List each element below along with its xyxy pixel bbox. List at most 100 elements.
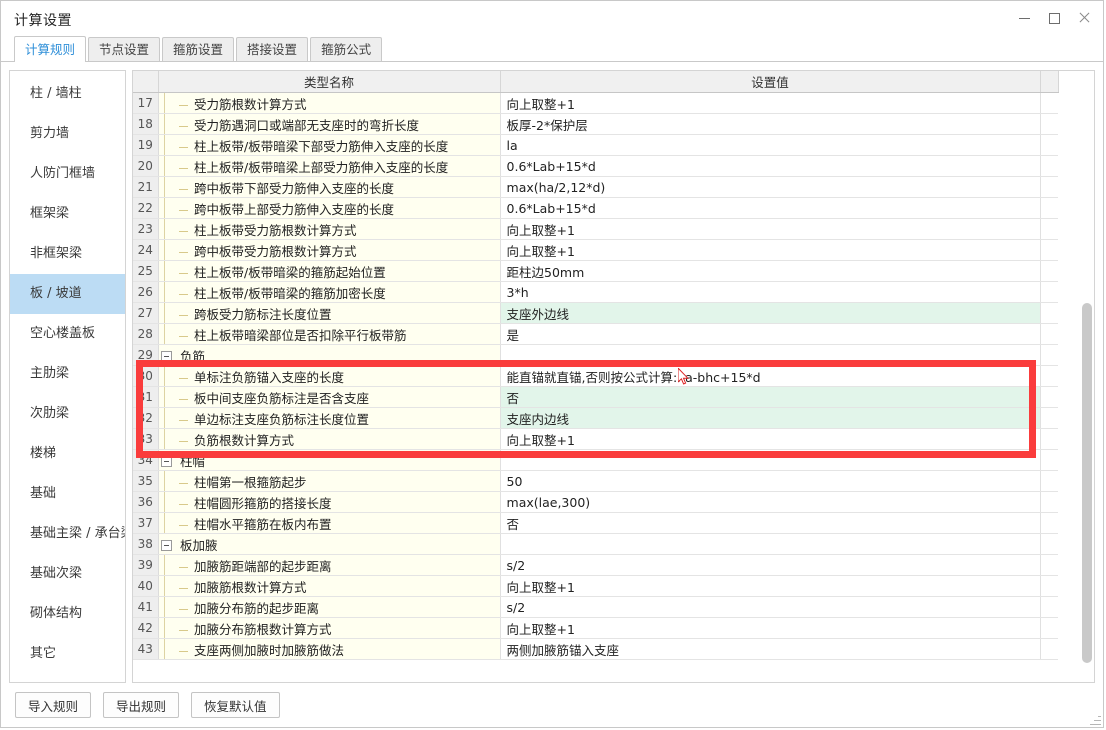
table-row[interactable]: 25 柱上板带/板带暗梁的箍筋起始位置 距柱边50mm xyxy=(133,260,1059,282)
table-row[interactable]: 38 板加腋 xyxy=(133,533,1059,555)
sidebar-item-stairs[interactable]: 楼梯 xyxy=(10,434,125,474)
tab-stirrup-settings[interactable]: 箍筋设置 xyxy=(162,37,235,61)
table-row[interactable]: 34 柱帽 xyxy=(133,449,1059,471)
row-filler-cell xyxy=(1040,491,1059,513)
table-row[interactable]: 20 柱上板带/板带暗梁上部受力筋伸入支座的长度 0.6*Lab+15*d xyxy=(133,155,1059,177)
table-row[interactable]: 36 柱帽圆形箍筋的搭接长度 max(lae,300) xyxy=(133,491,1059,513)
table-row[interactable]: 18 受力筋遇洞口或端部无支座时的弯折长度 板厚-2*保护层 xyxy=(133,113,1059,135)
setting-value-cell[interactable]: 否 xyxy=(500,512,1041,534)
setting-value-cell[interactable]: 0.6*Lab+15*d xyxy=(500,197,1041,219)
table-row[interactable]: 28 柱上板带暗梁部位是否扣除平行板带筋是 xyxy=(133,323,1059,345)
sidebar-item-air-defense-door-frame-wall[interactable]: 人防门框墙 xyxy=(10,154,125,194)
setting-value-cell[interactable] xyxy=(500,344,1041,366)
type-name-cell: 受力筋遇洞口或端部无支座时的弯折长度 xyxy=(175,113,501,135)
setting-value-cell[interactable]: 否 xyxy=(500,386,1041,408)
sidebar-item-secondary-rib-beam[interactable]: 次肋梁 xyxy=(10,394,125,434)
collapse-toggle-icon[interactable] xyxy=(158,449,175,471)
setting-value-cell[interactable]: 向上取整+1 xyxy=(500,575,1041,597)
table-row[interactable]: 22 跨中板带上部受力筋伸入支座的长度 0.6*Lab+15*d xyxy=(133,197,1059,219)
sidebar-item-frame-beam[interactable]: 框架梁 xyxy=(10,194,125,234)
type-name-cell: 跨中板带下部受力筋伸入支座的长度 xyxy=(175,176,501,198)
calculation-settings-window: 计算设置 计算规则 节点设置 箍筋设置 搭接设置 箍筋公式 柱 / 墙柱 剪力墙… xyxy=(0,0,1104,728)
type-name-cell: 柱上板带受力筋根数计算方式 xyxy=(175,218,501,240)
sidebar-item-column-wall-column[interactable]: 柱 / 墙柱 xyxy=(10,74,125,114)
table-row[interactable]: 35 柱帽第一根箍筋起步 50 xyxy=(133,470,1059,492)
sidebar-item-non-frame-beam[interactable]: 非框架梁 xyxy=(10,234,125,274)
setting-value-cell[interactable]: 距柱边50mm xyxy=(500,260,1041,282)
table-row[interactable]: 31 板中间支座负筋标注是否含支座否 xyxy=(133,386,1059,408)
table-row[interactable]: 30 单标注负筋锚入支座的长度 能直锚就直锚,否则按公式计算:ha-bhc+15*d xyxy=(133,365,1059,387)
setting-value-cell[interactable]: 向上取整+1 xyxy=(500,617,1041,639)
table-row[interactable]: 27 跨板受力筋标注长度位置 支座外边线 xyxy=(133,302,1059,324)
table-row[interactable]: 29 负筋 xyxy=(133,344,1059,366)
import-rules-button[interactable]: 导入规则 xyxy=(15,692,92,718)
sidebar-item-slab-ramp[interactable]: 板 / 坡道 xyxy=(10,274,125,314)
header-row-number xyxy=(133,71,159,93)
setting-value-cell[interactable]: max(lae,300) xyxy=(500,491,1041,513)
sidebar-item-main-rib-beam[interactable]: 主肋梁 xyxy=(10,354,125,394)
setting-value-cell[interactable] xyxy=(500,449,1041,471)
table-row[interactable]: 37 柱帽水平箍筋在板内布置否 xyxy=(133,512,1059,534)
window-resize-grip[interactable] xyxy=(1089,713,1101,725)
setting-value-cell[interactable]: 向上取整+1 xyxy=(500,92,1041,114)
restore-defaults-button[interactable]: 恢复默认值 xyxy=(191,692,280,718)
sidebar-item-masonry-structure[interactable]: 砌体结构 xyxy=(10,594,125,634)
sidebar-item-foundation[interactable]: 基础 xyxy=(10,474,125,514)
window-title: 计算设置 xyxy=(14,13,72,29)
setting-value-cell[interactable]: 向上取整+1 xyxy=(500,239,1041,261)
maximize-button[interactable] xyxy=(1039,5,1069,31)
setting-value-cell[interactable]: max(ha/2,12*d) xyxy=(500,176,1041,198)
tab-lap-settings[interactable]: 搭接设置 xyxy=(236,37,309,61)
table-row[interactable]: 43 支座两侧加腋时加腋筋做法 两侧加腋筋锚入支座 xyxy=(133,638,1059,660)
setting-value-cell[interactable]: la xyxy=(500,134,1041,156)
tab-calculation-rules[interactable]: 计算规则 xyxy=(14,36,87,62)
table-row[interactable]: 33 负筋根数计算方式 向上取整+1 xyxy=(133,428,1059,450)
table-row[interactable]: 32 单边标注支座负筋标注长度位置 支座内边线 xyxy=(133,407,1059,429)
table-row[interactable]: 24 跨中板带受力筋根数计算方式 向上取整+1 xyxy=(133,239,1059,261)
setting-value-cell[interactable]: 向上取整+1 xyxy=(500,218,1041,240)
sidebar-item-foundation-main-beam[interactable]: 基础主梁 / 承台梁 xyxy=(10,514,125,554)
close-button[interactable] xyxy=(1069,5,1099,31)
table-row[interactable]: 41 加腋分布筋的起步距离 s/2 xyxy=(133,596,1059,618)
setting-value-cell[interactable]: 支座外边线 xyxy=(500,302,1041,324)
table-row[interactable]: 17 受力筋根数计算方式 向上取整+1 xyxy=(133,92,1059,114)
setting-value-cell[interactable]: 是 xyxy=(500,323,1041,345)
setting-value-cell[interactable]: 50 xyxy=(500,470,1041,492)
row-number-cell: 42 xyxy=(133,617,159,639)
setting-value-cell[interactable]: 向上取整+1 xyxy=(500,428,1041,450)
type-name-cell: 柱帽水平箍筋在板内布置 xyxy=(175,512,501,534)
setting-value-cell[interactable]: 支座内边线 xyxy=(500,407,1041,429)
setting-value-cell[interactable]: s/2 xyxy=(500,554,1041,576)
table-row[interactable]: 40 加腋筋根数计算方式 向上取整+1 xyxy=(133,575,1059,597)
sidebar-item-foundation-secondary-beam[interactable]: 基础次梁 xyxy=(10,554,125,594)
setting-value-cell[interactable]: 0.6*Lab+15*d xyxy=(500,155,1041,177)
setting-value-cell[interactable]: 3*h xyxy=(500,281,1041,303)
table-row[interactable]: 21 跨中板带下部受力筋伸入支座的长度 max(ha/2,12*d) xyxy=(133,176,1059,198)
type-name-cell: 板加腋 xyxy=(175,533,501,555)
table-row[interactable]: 19 柱上板带/板带暗梁下部受力筋伸入支座的长度 la xyxy=(133,134,1059,156)
setting-value-cell[interactable]: 能直锚就直锚,否则按公式计算:ha-bhc+15*d xyxy=(500,365,1041,387)
table-row[interactable]: 39 加腋筋距端部的起步距离 s/2 xyxy=(133,554,1059,576)
sidebar-item-others[interactable]: 其它 xyxy=(10,634,125,674)
sidebar-item-shear-wall[interactable]: 剪力墙 xyxy=(10,114,125,154)
table-row[interactable]: 26 柱上板带/板带暗梁的箍筋加密长度 3*h xyxy=(133,281,1059,303)
table-row[interactable]: 23 柱上板带受力筋根数计算方式 向上取整+1 xyxy=(133,218,1059,240)
header-setting-value[interactable]: 设置值 xyxy=(500,71,1041,93)
header-type-name[interactable]: 类型名称 xyxy=(158,71,501,93)
setting-value-cell[interactable]: 两侧加腋筋锚入支座 xyxy=(500,638,1041,660)
table-row[interactable]: 42 加腋分布筋根数计算方式 向上取整+1 xyxy=(133,617,1059,639)
sidebar-item-hollow-floor-slab[interactable]: 空心楼盖板 xyxy=(10,314,125,354)
collapse-toggle-icon[interactable] xyxy=(158,533,175,555)
collapse-toggle-icon[interactable] xyxy=(158,344,175,366)
type-name-cell: 板中间支座负筋标注是否含支座 xyxy=(175,386,501,408)
setting-value-cell[interactable]: s/2 xyxy=(500,596,1041,618)
tab-stirrup-formula[interactable]: 箍筋公式 xyxy=(310,37,383,61)
row-number-cell: 40 xyxy=(133,575,159,597)
setting-value-cell[interactable]: 板厚-2*保护层 xyxy=(500,113,1041,135)
vertical-scrollbar[interactable] xyxy=(1080,71,1093,682)
tab-node-settings[interactable]: 节点设置 xyxy=(88,37,161,61)
setting-value-cell[interactable] xyxy=(500,533,1041,555)
minimize-button[interactable] xyxy=(1009,5,1039,31)
vertical-scrollbar-thumb[interactable] xyxy=(1082,303,1092,663)
export-rules-button[interactable]: 导出规则 xyxy=(103,692,180,718)
